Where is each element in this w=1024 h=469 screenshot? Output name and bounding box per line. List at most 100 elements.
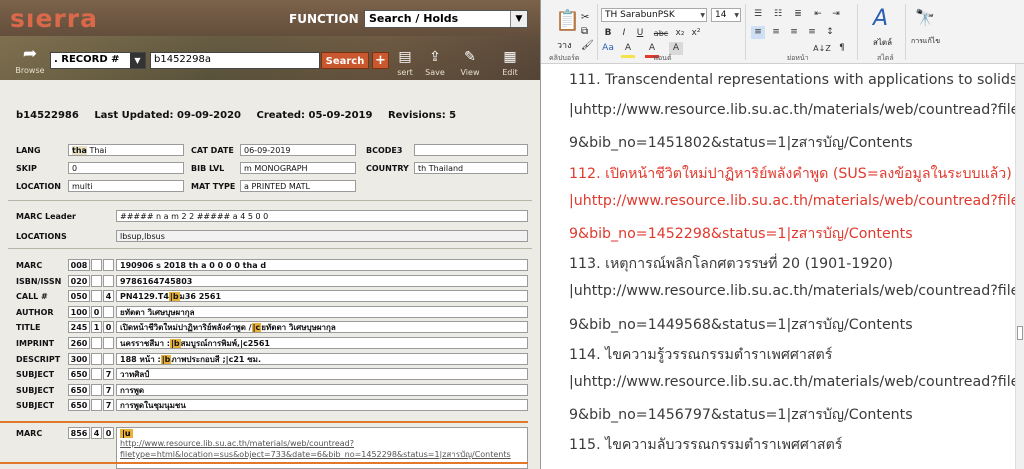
highlight-button[interactable]: A: [621, 42, 635, 58]
marc-indicator-2[interactable]: 4: [103, 290, 114, 303]
marc-indicator-1[interactable]: [91, 399, 102, 412]
marc-indicator-2[interactable]: [103, 352, 114, 365]
marc-tag[interactable]: 650: [68, 383, 90, 396]
function-select[interactable]: Search / Holds ▼: [364, 10, 528, 28]
marc-indicator-1[interactable]: [91, 337, 102, 349]
align-center-icon[interactable]: ≡: [769, 26, 783, 39]
marc-field-value[interactable]: 9786164745803: [116, 274, 528, 287]
increase-indent-icon[interactable]: ⇥: [829, 8, 843, 21]
marc-indicator-2[interactable]: 0: [103, 321, 114, 334]
font-name-select[interactable]: TH SarabunPSK ▼: [601, 8, 707, 22]
marc-indicator-1[interactable]: [91, 383, 102, 396]
marc-indicator-2[interactable]: 7: [103, 399, 114, 412]
add-button[interactable]: +: [372, 52, 389, 69]
marc-indicator-1[interactable]: 0: [91, 305, 102, 318]
view-button[interactable]: ✎ View: [455, 44, 485, 78]
marc-indicator-1[interactable]: 1: [91, 321, 102, 334]
bcode3-field[interactable]: [414, 144, 528, 156]
document-line[interactable]: |uhttp://www.resource.lib.su.ac.th/mater…: [569, 374, 1024, 390]
leader-field[interactable]: ##### n a m 2 2 ##### a 4 5 0 0: [116, 210, 528, 222]
biblvl-field[interactable]: m MONOGRAPH: [240, 162, 356, 174]
marc-field-value[interactable]: เปิดหน้าชีวิตใหม่ปาฏิหาริย์พลังคำพูด /|c…: [116, 321, 528, 334]
marc-tag[interactable]: 245: [68, 321, 90, 334]
numbering-icon[interactable]: ☷: [771, 8, 785, 21]
document-line[interactable]: 112. เปิดหน้าชีวิตใหม่ปาฏิหาริย์พลังคำพู…: [569, 163, 1012, 185]
paste-label[interactable]: วาง: [557, 38, 572, 52]
catdate-field[interactable]: 06-09-2019: [240, 144, 356, 156]
justify-icon[interactable]: ≡: [805, 26, 819, 39]
marc-field-value[interactable]: 188 หน้า :|bภาพประกอบสี ;|c21 ซม.: [116, 352, 528, 365]
skip-field[interactable]: 0: [68, 162, 184, 174]
document-line[interactable]: 115. ไขความลับวรรณกรรมตำราเพศศาสตร์: [569, 434, 842, 456]
document-line[interactable]: |uhttp://www.resource.lib.su.ac.th/mater…: [569, 283, 1024, 299]
marc-tag[interactable]: 650: [68, 368, 90, 381]
edit-button[interactable]: ▦ Edit: [495, 44, 525, 78]
chevron-down-icon[interactable]: ▼: [700, 10, 705, 22]
search-button[interactable]: Search: [321, 52, 369, 69]
superscript-button[interactable]: x²: [689, 27, 703, 40]
marc-indicator-1[interactable]: [91, 274, 102, 287]
styles-label[interactable]: สไตล์: [873, 36, 892, 49]
browse-button[interactable]: ➦ Browse: [12, 44, 48, 78]
marc-field-value[interactable]: วาทศิลป์: [116, 368, 528, 381]
chevron-down-icon[interactable]: ▼: [130, 53, 145, 68]
marc856-url-line2[interactable]: filetype=html&location=sus&object=733&da…: [120, 449, 524, 460]
line-spacing-icon[interactable]: ↕: [823, 26, 837, 39]
marc-tag[interactable]: 020: [68, 274, 90, 287]
document-line[interactable]: |uhttp://www.resource.lib.su.ac.th/mater…: [569, 102, 1024, 118]
marc-field-value[interactable]: ยทัตตา วิเศษบุษผากุล: [116, 305, 528, 318]
marc-tag[interactable]: 008: [68, 259, 90, 271]
marc-indicator-1[interactable]: [91, 368, 102, 381]
marc856-ind1[interactable]: 4: [91, 427, 102, 439]
font-size-select[interactable]: 14 ▼: [711, 8, 741, 22]
underline-button[interactable]: U: [633, 27, 647, 40]
document-line[interactable]: 111. Transcendental representations with…: [569, 72, 1024, 88]
save-button[interactable]: ⇪ Save: [420, 44, 450, 78]
find-icon[interactable]: 🔭: [915, 8, 935, 27]
marc-indicator-2[interactable]: 7: [103, 383, 114, 396]
record-type-select[interactable]: . RECORD # ▼: [50, 52, 146, 69]
align-right-icon[interactable]: ≡: [787, 26, 801, 39]
marc-field-value[interactable]: 190906 s 2018 th a 0 0 0 0 tha d: [116, 259, 528, 271]
document-line[interactable]: 113. เหตุการณ์พลิกโลกศตวรรษที่ 20 (1901-…: [569, 253, 893, 275]
styles-icon[interactable]: A: [873, 6, 888, 31]
chevron-down-icon[interactable]: ▼: [510, 11, 527, 27]
vertical-scrollbar[interactable]: [1015, 64, 1024, 469]
show-formatting-button[interactable]: ¶: [835, 42, 849, 55]
marc-indicator-1[interactable]: [91, 259, 102, 271]
marc-tag[interactable]: 100: [68, 305, 90, 318]
marc-tag[interactable]: 050: [68, 290, 90, 303]
sort-button[interactable]: A↓Z: [811, 42, 833, 55]
subscript-button[interactable]: x₂: [673, 27, 687, 40]
marc856-ind2[interactable]: 0: [103, 427, 114, 439]
country-field[interactable]: th Thailand: [414, 162, 528, 174]
decrease-indent-icon[interactable]: ⇤: [811, 8, 825, 21]
text-effects-button[interactable]: Aa: [601, 42, 615, 55]
location-field[interactable]: multi: [68, 180, 184, 192]
cut-icon[interactable]: ✂: [581, 12, 589, 23]
marc856-url-line1[interactable]: http://www.resource.lib.su.ac.th/materia…: [120, 438, 524, 449]
marc856-tag[interactable]: 856: [68, 427, 90, 439]
insert-button[interactable]: ▤ sert: [390, 44, 420, 78]
lang-field[interactable]: tha Thai: [68, 144, 184, 156]
align-left-icon[interactable]: ≡: [751, 26, 765, 39]
marc-tag[interactable]: 300: [68, 352, 90, 365]
marc-indicator-1[interactable]: [91, 290, 102, 303]
format-painter-icon[interactable]: 🖌: [581, 40, 594, 51]
document-line[interactable]: 9&bib_no=1451802&status=1|zสารบัญ/Conten…: [569, 132, 913, 154]
marc-field-value[interactable]: การพูด: [116, 383, 528, 396]
locations-field[interactable]: lbsup,lbsus: [116, 230, 528, 242]
document-line[interactable]: 9&bib_no=1449568&status=1|zสารบัญ/Conten…: [569, 314, 913, 336]
marc-field-value[interactable]: PN4129.T4|bม36 2561: [116, 290, 528, 303]
bullets-icon[interactable]: ☰: [751, 8, 765, 21]
marc-indicator-2[interactable]: [103, 259, 114, 271]
copy-icon[interactable]: ⧉: [581, 26, 588, 37]
marc-tag[interactable]: 650: [68, 399, 90, 412]
marc-indicator-2[interactable]: [103, 337, 114, 349]
scrollbar-thumb[interactable]: [1017, 326, 1023, 340]
marc-indicator-2[interactable]: [103, 274, 114, 287]
marc-field-value[interactable]: นครราชสีมา :|bสมบูรณ์การพิมพ์,|c2561: [116, 337, 528, 349]
italic-button[interactable]: I: [617, 27, 631, 40]
marc-indicator-2[interactable]: [103, 305, 114, 318]
strikethrough-button[interactable]: abc: [651, 27, 671, 40]
